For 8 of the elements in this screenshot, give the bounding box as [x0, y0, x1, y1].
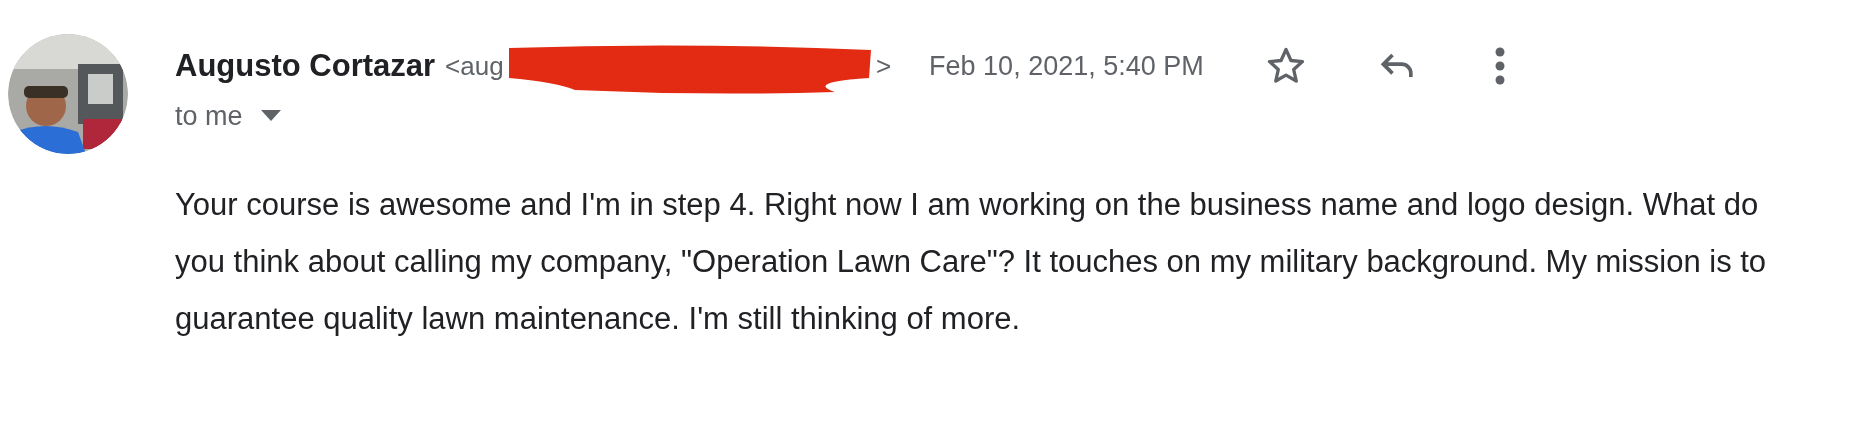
more-icon	[1493, 46, 1506, 86]
caret-icon	[260, 110, 281, 122]
sender-email: >	[875, 49, 892, 83]
sender-name: Augusto Cortazar	[175, 46, 436, 85]
date-text: Feb 10, 2021, 5:40 PM	[929, 49, 1204, 83]
sender-email: <aug	[445, 49, 504, 83]
message-body: Your course is awesome and I'm in step 4. Right now I am working on the business name and logo design. What do you think about calling my company, "Operation Lawn Care"? It touches on my military background. My mission is to guarantee quality lawn maintenance. I'm still thinking of more.	[175, 186, 1768, 338]
recipient-dropdown[interactable]: to me	[175, 98, 281, 134]
